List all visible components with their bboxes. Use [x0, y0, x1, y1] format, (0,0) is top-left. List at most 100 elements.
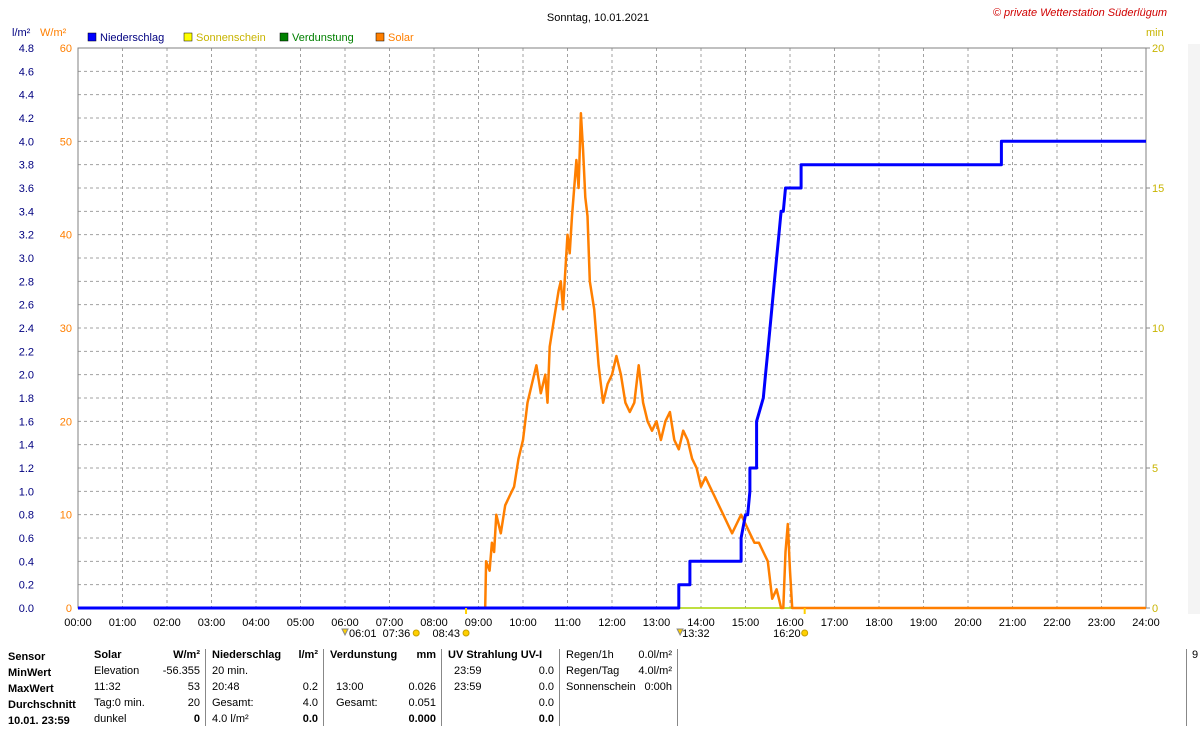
stats-divider — [205, 649, 206, 726]
stats-label-max: MaxWert — [8, 683, 54, 695]
y-precip-tick-label: 4.2 — [19, 113, 34, 125]
stats-cell-label: 20 min. — [212, 665, 249, 677]
stats-cell-value: 4.0 — [302, 697, 318, 709]
y-precip-tick-label: 1.6 — [19, 416, 34, 428]
stats-cell-value: 0.2 — [302, 681, 318, 693]
y-precip-tick-label: 3.0 — [19, 253, 34, 265]
stats-cell-value: 0.026 — [408, 681, 436, 693]
legend-swatch — [279, 32, 289, 42]
y-precip-tick-label: 4.4 — [19, 90, 34, 102]
y-precip-tick-label: 3.6 — [19, 183, 34, 195]
stats-niederschlag: Niederschlag l/m² 20 min. 20:48 0.2 Gesamt: 4.… — [212, 649, 318, 726]
stats-divider — [323, 649, 324, 726]
y-precip-tick-label: 3.4 — [19, 206, 34, 218]
x-tick-label: 18:00 — [865, 617, 893, 629]
sun-marker-icon — [412, 629, 420, 637]
stats-cell-value: 0.0 — [302, 713, 318, 725]
sun-marker-icon — [462, 629, 470, 637]
legend: Niederschlag Sonnenschein Verdunstung Solar — [87, 32, 414, 44]
stats-divider — [1186, 649, 1187, 726]
y-precip-tick-label: 2.2 — [19, 346, 34, 358]
stats-cell-value: -56.355 — [162, 665, 200, 677]
stats-unit: mm — [416, 649, 436, 661]
stats-cell-value: 0.0 — [538, 713, 554, 725]
stats-cell-value: 0.0l/m² — [638, 649, 672, 661]
dawn-marker-icon — [341, 628, 349, 637]
y-precip-tick-label: 4.8 — [19, 43, 34, 55]
stats-cell-value: 0.0 — [538, 665, 554, 677]
stats-label-min: MinWert — [8, 667, 52, 679]
stats-cell-value: 0.051 — [408, 697, 436, 709]
weather-chart: Sonntag, 10.01.2021 © private Wetterstat… — [12, 7, 1200, 640]
legend-label: Solar — [388, 32, 414, 44]
legend-label: Niederschlag — [100, 32, 164, 44]
y-precip-tick-label: 1.0 — [19, 486, 34, 498]
x-tick-label: 23:00 — [1088, 617, 1116, 629]
time-marker-label: 16:20 — [773, 628, 801, 640]
stats-divider — [441, 649, 442, 726]
x-tick-label: 17:00 — [821, 617, 849, 629]
y-minutes-tick-label: 5 — [1152, 463, 1158, 475]
legend-swatch — [87, 32, 97, 42]
x-tick-label: 01:00 — [109, 617, 137, 629]
stats-cell-value: 0 — [193, 713, 200, 725]
x-tick-label: 05:00 — [287, 617, 315, 629]
stats-panel: Sensor MinWert MaxWert Durchschnitt 10.0… — [0, 645, 1200, 727]
y-precip-tick-label: 4.6 — [19, 66, 34, 78]
y-solar-tick-label: 40 — [60, 230, 72, 242]
y-minutes-tick-label: 0 — [1152, 603, 1158, 615]
x-tick-label: 24:00 — [1132, 617, 1160, 629]
time-marker-label: 13:32 — [682, 628, 710, 640]
y-precip-tick-label: 2.0 — [19, 370, 34, 382]
copyright-text: © private Wetterstation Süderlügum — [993, 7, 1167, 19]
stats-label-date: 10.01. 23:59 — [8, 715, 70, 727]
x-tick-label: 10:00 — [509, 617, 537, 629]
unit-minutes-label: min — [1146, 27, 1164, 39]
y-precip-tick-label: 2.8 — [19, 276, 34, 288]
y-precip-tick-label: 1.4 — [19, 440, 34, 452]
y-minutes-tick-label: 10 — [1152, 323, 1164, 335]
x-tick-label: 13:00 — [643, 617, 671, 629]
stats-cell-value: 0.0 — [538, 681, 554, 693]
stats-right-edge: 9 — [1192, 649, 1199, 661]
stats-solar: Solar W/m² Elevation -56.355 11:32 53 Tag:0 mi… — [94, 649, 200, 726]
legend-swatch — [183, 32, 193, 42]
x-tick-label: 00:00 — [64, 617, 92, 629]
x-tick-label: 09:00 — [465, 617, 493, 629]
stats-label-sensor: Sensor — [8, 651, 46, 663]
legend-label: Sonnenschein — [196, 32, 266, 44]
scrollbar-strip[interactable] — [1188, 44, 1200, 614]
y-precip-tick-label: 0.8 — [19, 510, 34, 522]
y-solar-tick-label: 0 — [66, 603, 72, 615]
stats-cell-value: 53 — [187, 681, 200, 693]
unit-solar-label: W/m² — [40, 27, 67, 39]
y-precip-tick-label: 0.2 — [19, 580, 34, 592]
y-solar-tick-label: 30 — [60, 323, 72, 335]
y-precip-tick-label: 0.6 — [19, 533, 34, 545]
time-marker-label: 06:01 — [349, 628, 377, 640]
y-precip-tick-label: 4.0 — [19, 136, 34, 148]
grid — [78, 48, 1146, 608]
time-marker-label: 08:43 — [433, 628, 461, 640]
x-tick-label: 02:00 — [153, 617, 181, 629]
stats-head: UV Strahlung UV-I — [448, 649, 543, 661]
stats-cell-value: 4.0l/m² — [638, 665, 672, 677]
stats-unit: l/m² — [298, 649, 318, 661]
y-precip-tick-label: 2.6 — [19, 300, 34, 312]
y-precip-tick-label: 3.8 — [19, 160, 34, 172]
stats-cell-value: 0:00h — [644, 681, 672, 693]
stats-verdunstung: Verdunstung mm 13:00 0.026 Gesamt: 0.051 0.000 — [330, 649, 436, 726]
stats-cell-value: 20 — [187, 697, 200, 709]
y-minutes-tick-label: 20 — [1152, 43, 1164, 55]
chart-title: Sonntag, 10.01.2021 — [547, 12, 649, 24]
y-precip-tick-label: 0.0 — [19, 603, 34, 615]
stats-label-avg: Durchschnitt — [8, 699, 76, 711]
x-tick-label: 21:00 — [999, 617, 1027, 629]
stats-regen: Regen/1h 0.0l/m² Regen/Tag 4.0l/m² Sonnensch… — [566, 649, 672, 726]
x-tick-label: 20:00 — [954, 617, 982, 629]
sun-marker-icon — [801, 629, 809, 637]
y-precip-tick-label: 1.8 — [19, 393, 34, 405]
legend-label: Verdunstung — [292, 32, 354, 44]
y-solar-tick-label: 60 — [60, 43, 72, 55]
y-minutes-tick-label: 15 — [1152, 183, 1164, 195]
